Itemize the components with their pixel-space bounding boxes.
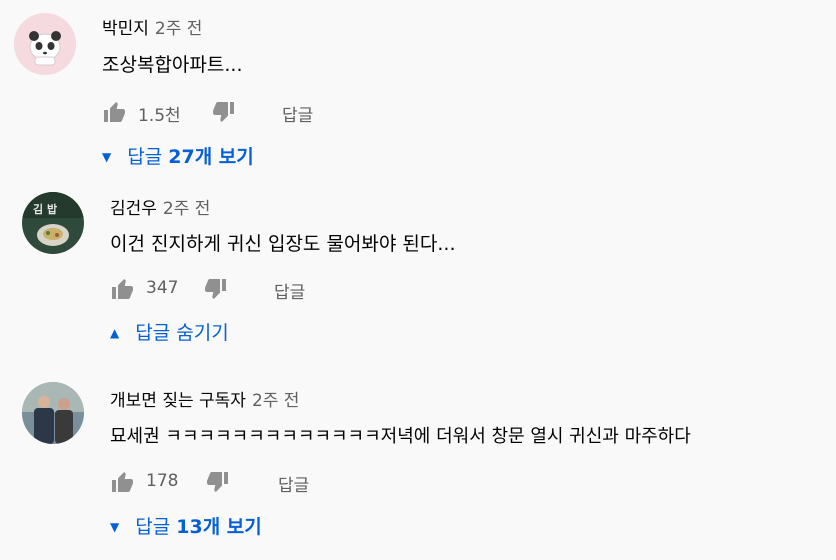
caret-down-icon: ▼ bbox=[102, 150, 112, 164]
caret-up-icon: ▲ bbox=[110, 326, 120, 340]
thumbs-up-icon[interactable] bbox=[110, 470, 134, 494]
svg-text:김 밥: 김 밥 bbox=[33, 202, 57, 216]
comment-time[interactable]: 2주 전 bbox=[163, 199, 211, 219]
comment-actions: 178 답글 bbox=[110, 468, 370, 496]
thumbs-down-icon[interactable] bbox=[206, 470, 230, 494]
comment-actions: 347 답글 bbox=[110, 275, 370, 303]
caret-down-icon: ▼ bbox=[110, 520, 120, 534]
comment-text: 묘세권 ㅋㅋㅋㅋㅋㅋㅋㅋㅋㅋㅋㅋㅋ저녁에 더워서 창문 열시 귀신과 마주하다 bbox=[110, 426, 691, 447]
thumbs-up-icon[interactable] bbox=[102, 100, 126, 124]
thumbs-up-icon[interactable] bbox=[110, 277, 134, 301]
comment-time[interactable]: 2주 전 bbox=[155, 19, 203, 39]
replies-suffix: 개 보기 bbox=[202, 516, 262, 538]
author-name[interactable]: 김건우 bbox=[110, 199, 157, 219]
food-avatar-icon: 김 밥 bbox=[22, 192, 84, 254]
reply-button[interactable]: 답글 bbox=[282, 101, 313, 126]
thumbs-down-icon[interactable] bbox=[204, 277, 228, 301]
reply-button[interactable]: 답글 bbox=[278, 471, 309, 496]
reply-button[interactable]: 답글 bbox=[274, 278, 305, 303]
comment-text: 이건 진지하게 귀신 입장도 물어봐야 된다... bbox=[110, 233, 456, 255]
comment-text: 조상복합아파트... bbox=[102, 54, 243, 76]
comment-author-line: 개보면 짖는 구독자 2주 전 bbox=[110, 386, 299, 411]
avatar[interactable] bbox=[14, 13, 76, 75]
view-replies-button[interactable]: ▼ 답글 13개 보기 bbox=[110, 512, 262, 539]
replies-count: 27 bbox=[168, 146, 195, 168]
view-replies-button[interactable]: ▼ 답글 27개 보기 bbox=[102, 142, 254, 169]
comment-actions: 1.5천 답글 bbox=[102, 98, 362, 126]
replies-prefix: 답글 bbox=[127, 146, 169, 168]
like-count: 347 bbox=[146, 278, 179, 298]
author-name[interactable]: 개보면 짖는 구독자 bbox=[110, 391, 246, 411]
comment-author-line: 김건우 2주 전 bbox=[110, 194, 210, 219]
replies-count: 13 bbox=[176, 516, 203, 538]
comment-author-line: 박민지 2주 전 bbox=[102, 14, 202, 39]
people-avatar-icon bbox=[22, 382, 84, 444]
avatar[interactable]: 김 밥 bbox=[22, 192, 84, 254]
replies-suffix: 개 보기 bbox=[194, 146, 254, 168]
panda-avatar-icon bbox=[14, 13, 76, 75]
replies-prefix: 답글 bbox=[135, 516, 177, 538]
replies-label: 답글 숨기기 bbox=[135, 322, 229, 344]
author-name[interactable]: 박민지 bbox=[102, 19, 149, 39]
like-count: 178 bbox=[146, 471, 179, 491]
hide-replies-button[interactable]: ▲ 답글 숨기기 bbox=[110, 318, 229, 345]
comment-time[interactable]: 2주 전 bbox=[252, 391, 300, 411]
thumbs-down-icon[interactable] bbox=[212, 100, 236, 124]
avatar[interactable] bbox=[22, 382, 84, 444]
like-count: 1.5천 bbox=[138, 106, 181, 126]
